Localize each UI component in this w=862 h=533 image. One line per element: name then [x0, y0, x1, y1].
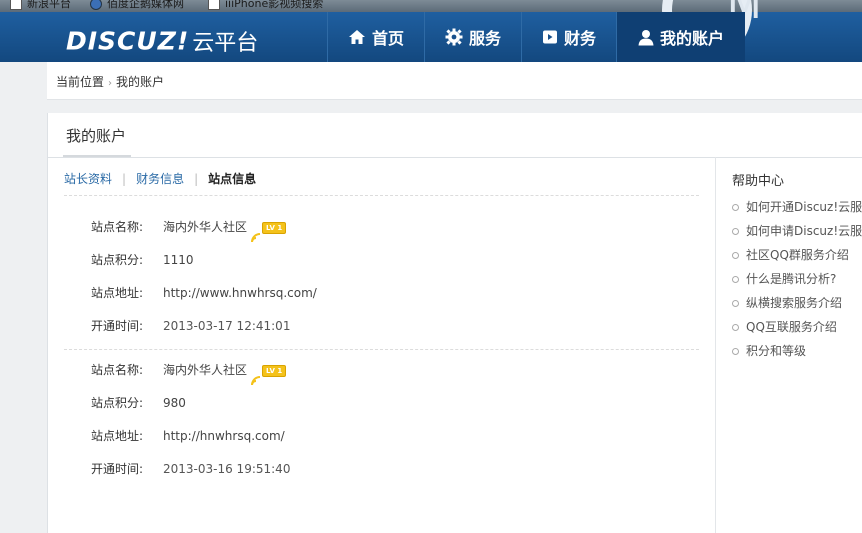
- discuz-logo[interactable]: DISCUZ! 云平台: [66, 25, 258, 57]
- site-points: 980: [163, 396, 186, 410]
- help-item[interactable]: QQ互联服务介绍: [732, 315, 862, 339]
- site-url: http://hnwhrsq.com/: [163, 429, 285, 443]
- breadcrumb-separator-icon: ›: [108, 78, 113, 89]
- bookmark-3[interactable]: iiiPhone影视频搜索: [208, 0, 323, 11]
- help-item[interactable]: 社区QQ群服务介绍: [732, 243, 862, 267]
- bullet-icon: [732, 252, 739, 259]
- bullet-icon: [732, 228, 739, 235]
- nav-services[interactable]: 服务: [424, 12, 521, 62]
- site-url-row: 站点地址: http://www.hnwhrsq.com/: [91, 277, 317, 310]
- level-badge: LV 1: [251, 354, 287, 387]
- site-card: 站点名称: 海内外华人社区 LV 1 站点积分: 1110 站点地址: http…: [91, 211, 317, 343]
- help-title: 帮助中心: [732, 174, 785, 189]
- help-item[interactable]: 什么是腾讯分析?: [732, 267, 862, 291]
- account-tabs: 站长资料 | 财务信息 | 站点信息: [64, 172, 257, 186]
- bullet-icon: [732, 324, 739, 331]
- site-points: 1110: [163, 253, 194, 267]
- site-url-row: 站点地址: http://hnwhrsq.com/: [91, 420, 290, 453]
- signal-icon: [251, 223, 261, 242]
- bookmark-1[interactable]: 新浪平台: [10, 0, 71, 11]
- site-time-row: 开通时间: 2013-03-16 19:51:40: [91, 453, 290, 486]
- page-icon: [208, 0, 220, 10]
- page-title: 我的账户: [66, 127, 127, 145]
- site-open-time: 2013-03-16 19:51:40: [163, 462, 291, 476]
- help-item[interactable]: 积分和等级: [732, 339, 862, 363]
- breadcrumb: 当前位置 › 我的账户: [47, 62, 862, 100]
- bullet-icon: [732, 276, 739, 283]
- site-card: 站点名称: 海内外华人社区 LV 1 站点积分: 980 站点地址: http:…: [91, 354, 290, 486]
- bullet-icon: [732, 348, 739, 355]
- account-panel: 我的账户 站长资料 | 财务信息 | 站点信息 站点名称: 海内外华人社区 LV 1 站…: [47, 113, 862, 533]
- gear-icon: [445, 28, 463, 46]
- help-item[interactable]: 纵横搜索服务介绍: [732, 291, 862, 315]
- nav-home[interactable]: 首页: [327, 12, 424, 62]
- tabs-divider: [64, 195, 699, 196]
- site-time-row: 开通时间: 2013-03-17 12:41:01: [91, 310, 317, 343]
- main-nav: 首页 服务 财务 我的账户: [327, 12, 746, 62]
- panel-divider: [48, 157, 862, 158]
- page-icon: [10, 0, 22, 10]
- nav-my-account[interactable]: 我的账户: [616, 12, 746, 62]
- help-list: 如何开通Discuz!云服务 如何申请Discuz!云服务 社区QQ群服务介绍 …: [732, 195, 862, 363]
- signal-icon: [251, 366, 261, 385]
- level-badge: LV 1: [251, 211, 287, 244]
- breadcrumb-current: 我的账户: [116, 75, 165, 89]
- help-item[interactable]: 如何申请Discuz!云服务: [732, 219, 862, 243]
- nav-finance[interactable]: 财务: [521, 12, 616, 62]
- tab-site-info[interactable]: 站点信息: [208, 172, 256, 186]
- site-points-row: 站点积分: 980: [91, 387, 290, 420]
- tab-finance[interactable]: 财务信息: [136, 172, 184, 186]
- site-name-row: 站点名称: 海内外华人社区 LV 1: [91, 211, 317, 244]
- site-open-time: 2013-03-17 12:41:01: [163, 319, 291, 333]
- site-separator: [64, 349, 699, 350]
- wallet-icon: [542, 29, 558, 45]
- tab-profile[interactable]: 站长资料: [64, 172, 112, 186]
- site-header: M DISCUZ! 云平台 首页 服务 财务 我的账户: [0, 0, 862, 62]
- user-icon: [638, 29, 654, 46]
- site-name: 海内外华人社区: [163, 363, 248, 377]
- home-icon: [348, 29, 366, 45]
- bullet-icon: [732, 204, 739, 211]
- help-item[interactable]: 如何开通Discuz!云服务: [732, 195, 862, 219]
- bookmark-2[interactable]: 佰度企鹅媒体网: [90, 0, 184, 11]
- globe-icon: [90, 0, 102, 10]
- bullet-icon: [732, 300, 739, 307]
- site-name-row: 站点名称: 海内外华人社区 LV 1: [91, 354, 290, 387]
- sidebar-divider: [715, 157, 716, 533]
- site-url: http://www.hnwhrsq.com/: [163, 286, 317, 300]
- site-name: 海内外华人社区: [163, 220, 248, 234]
- help-center: 帮助中心 如何开通Discuz!云服务 如何申请Discuz!云服务 社区QQ群…: [732, 170, 862, 363]
- breadcrumb-prefix: 当前位置: [56, 75, 105, 89]
- site-points-row: 站点积分: 1110: [91, 244, 317, 277]
